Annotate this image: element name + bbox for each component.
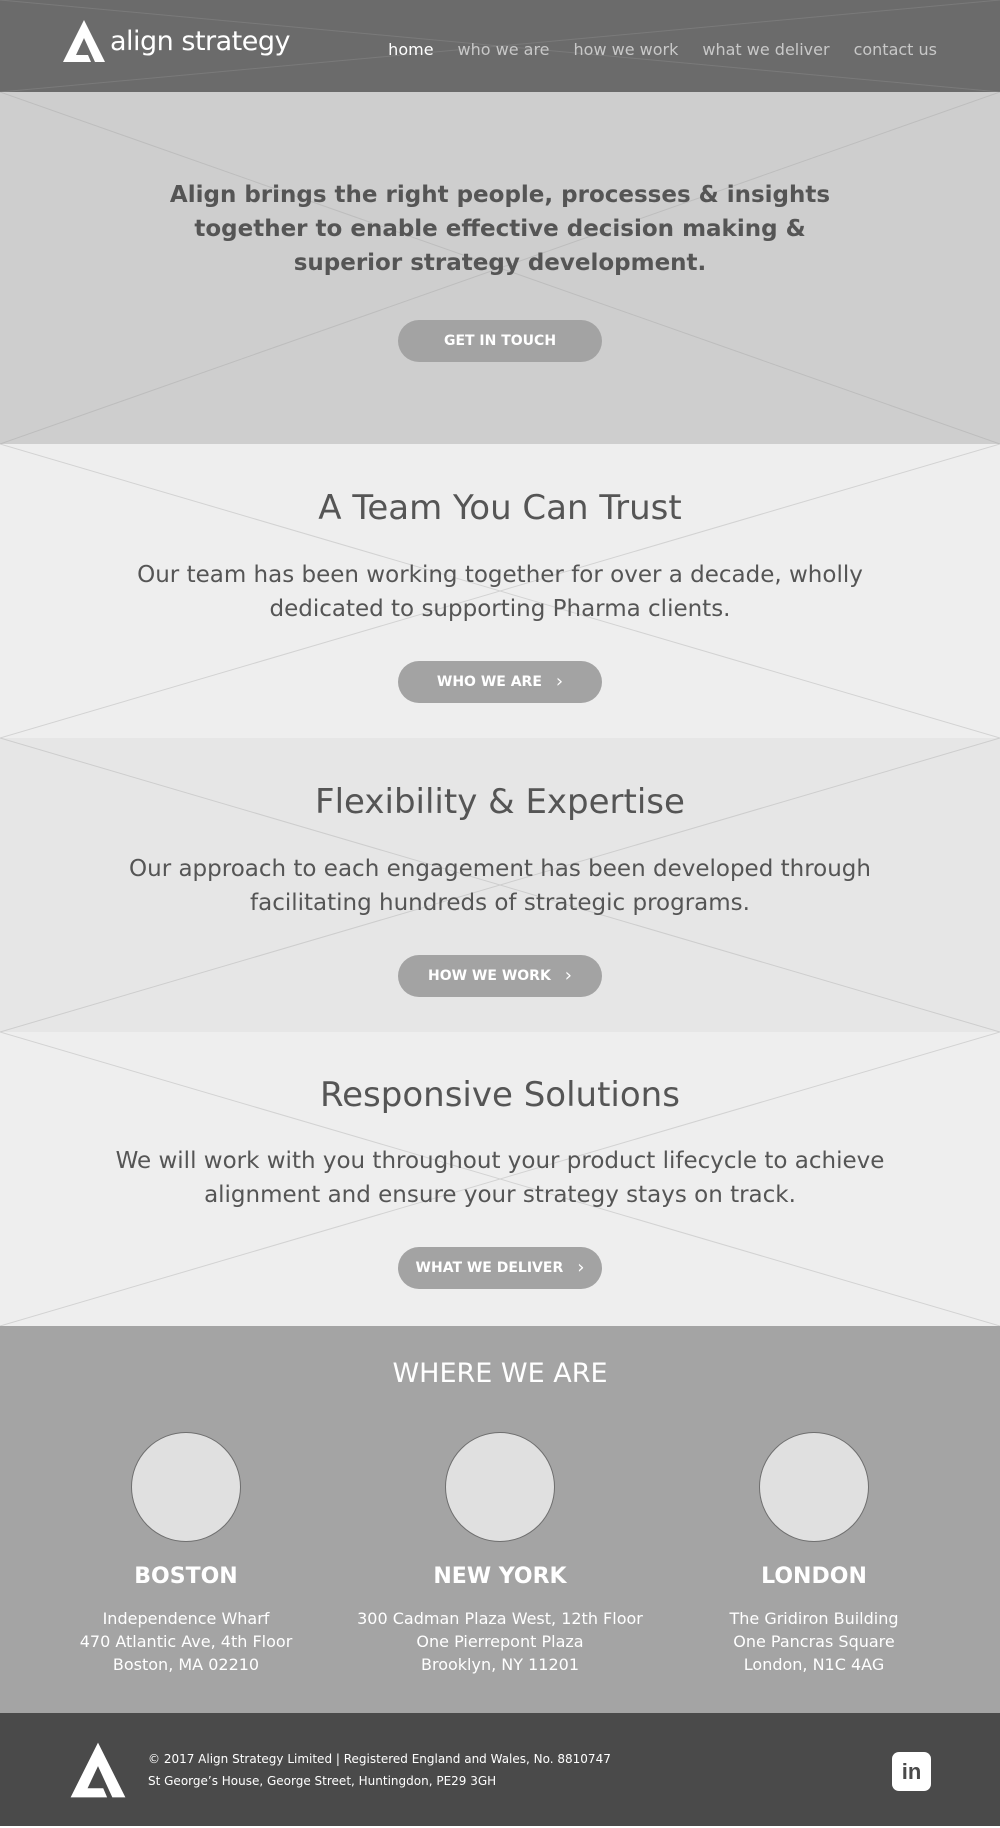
address-line: Brooklyn, NY 11201 bbox=[421, 1655, 579, 1674]
address-line: Boston, MA 02210 bbox=[112, 1655, 260, 1674]
solutions-title: Responsive Solutions bbox=[320, 1075, 680, 1115]
hero-headline: Align brings the right people, processes… bbox=[169, 182, 831, 276]
boston-image bbox=[131, 1432, 241, 1542]
chevron-right-icon: › bbox=[555, 671, 564, 692]
address-line: London, N1C 4AG bbox=[743, 1655, 885, 1674]
location-city-boston: BOSTON bbox=[134, 1564, 238, 1589]
footer-address: St George’s House, George Street, Huntin… bbox=[148, 1774, 497, 1788]
site-header: align strategy home who we are how we wo… bbox=[0, 0, 1000, 92]
address-line: One Pancras Square bbox=[733, 1632, 895, 1651]
footer-info: © 2017 Align Strategy Limited | Register… bbox=[148, 1748, 611, 1792]
who-we-are-button[interactable]: WHO WE ARE › bbox=[398, 661, 602, 703]
location-address-new-york: 300 Cadman Plaza West, 12th Floor One Pi… bbox=[335, 1607, 665, 1676]
location-address-boston: Independence Wharf 470 Atlantic Ave, 4th… bbox=[21, 1607, 351, 1676]
where-we-are-title: WHERE WE ARE bbox=[392, 1358, 608, 1389]
new-york-image bbox=[445, 1432, 555, 1542]
brand-logo[interactable]: align strategy bbox=[62, 18, 291, 64]
main-nav: home who we are how we work what we deli… bbox=[388, 40, 937, 59]
linkedin-icon[interactable]: in bbox=[892, 1752, 931, 1791]
solutions-body: We will work with you throughout your pr… bbox=[115, 1148, 885, 1208]
chevron-right-icon: › bbox=[577, 1257, 585, 1278]
nav-home[interactable]: home bbox=[388, 40, 433, 59]
chevron-right-icon: › bbox=[564, 965, 572, 986]
address-line: 300 Cadman Plaza West, 12th Floor bbox=[357, 1609, 643, 1628]
who-we-are-label: WHO WE ARE bbox=[436, 674, 542, 690]
align-logo-icon bbox=[70, 1742, 126, 1798]
what-we-deliver-button[interactable]: WHAT WE DELIVER › bbox=[398, 1247, 602, 1289]
nav-contact-us[interactable]: contact us bbox=[854, 40, 937, 59]
nav-who-we-are[interactable]: who we are bbox=[458, 40, 550, 59]
location-city-new-york: NEW YORK bbox=[433, 1564, 567, 1589]
how-we-work-button[interactable]: HOW WE WORK › bbox=[398, 955, 602, 997]
expertise-body: Our approach to each engagement has been… bbox=[129, 856, 871, 916]
expertise-title: Flexibility & Expertise bbox=[315, 782, 685, 822]
get-in-touch-label: GET IN TOUCH bbox=[443, 333, 557, 349]
brand-name: align strategy bbox=[110, 25, 291, 57]
address-line: 470 Atlantic Ave, 4th Floor bbox=[79, 1632, 293, 1651]
address-line: One Pierrepont Plaza bbox=[416, 1632, 584, 1651]
address-line: Independence Wharf bbox=[102, 1609, 270, 1628]
address-line: The Gridiron Building bbox=[729, 1609, 899, 1628]
nav-how-we-work[interactable]: how we work bbox=[574, 40, 679, 59]
location-address-london: The Gridiron Building One Pancras Square… bbox=[649, 1607, 979, 1676]
team-title: A Team You Can Trust bbox=[318, 488, 682, 528]
footer-copyright: © 2017 Align Strategy Limited | Register… bbox=[148, 1752, 611, 1766]
location-city-london: LONDON bbox=[761, 1564, 867, 1589]
get-in-touch-button[interactable]: GET IN TOUCH bbox=[398, 320, 602, 362]
what-we-deliver-label: WHAT WE DELIVER bbox=[415, 1260, 564, 1276]
how-we-work-label: HOW WE WORK bbox=[428, 968, 551, 984]
align-logo-icon bbox=[63, 20, 105, 62]
team-body: Our team has been working together for o… bbox=[137, 562, 863, 622]
linkedin-glyph: in bbox=[901, 1758, 922, 1784]
nav-what-we-deliver[interactable]: what we deliver bbox=[702, 40, 829, 59]
london-image bbox=[759, 1432, 869, 1542]
